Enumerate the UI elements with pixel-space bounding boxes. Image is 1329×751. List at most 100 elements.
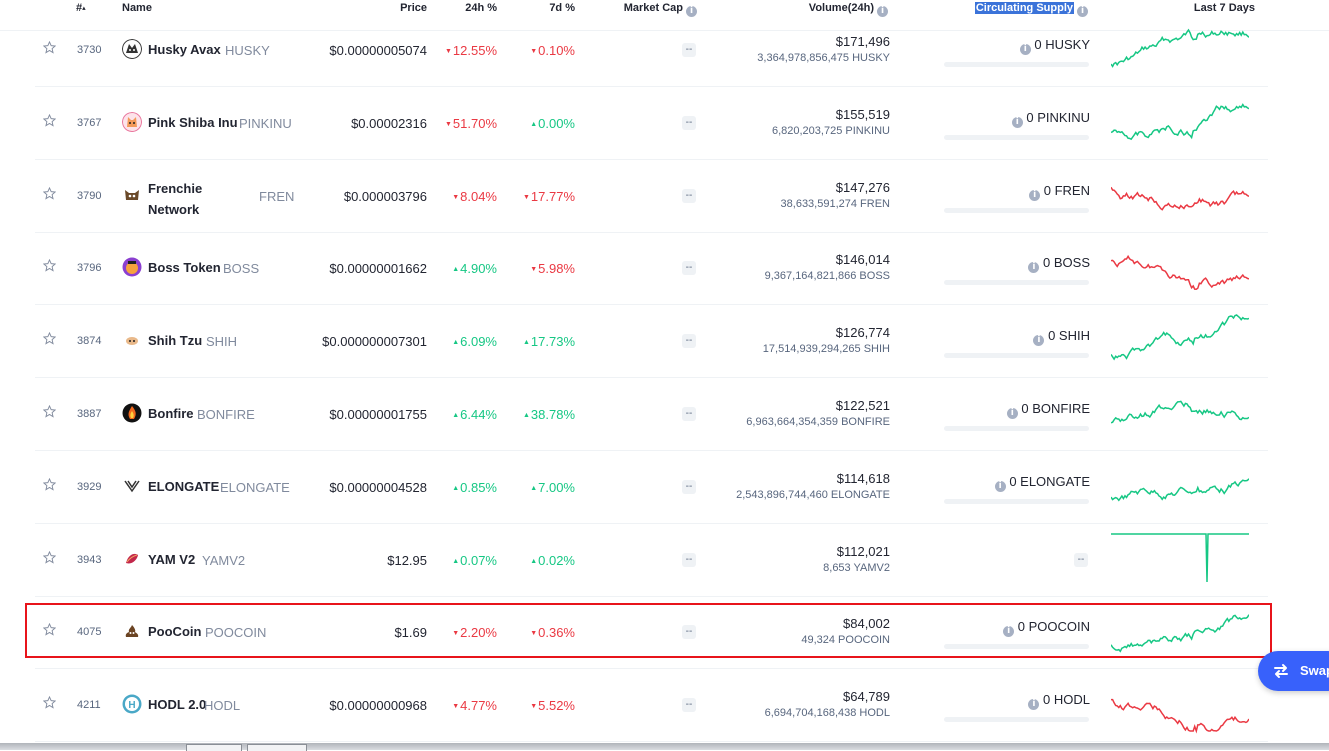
star-icon[interactable] — [43, 259, 56, 272]
coin-symbol[interactable]: HODL — [204, 698, 240, 713]
swap-button-label: Swap — [1300, 663, 1329, 678]
star-icon[interactable] — [43, 332, 56, 345]
coin-symbol[interactable]: PINKINU — [239, 116, 292, 131]
circulating-supply: i 0 PINKINU — [1009, 110, 1090, 128]
coin-rank: 3730 — [77, 44, 102, 56]
header-price[interactable]: Price — [400, 2, 427, 14]
info-icon[interactable]: i — [1028, 262, 1040, 274]
star-icon[interactable] — [43, 405, 56, 418]
volume-usd[interactable]: $112,021 — [837, 544, 890, 559]
change-24h-value: 4.90% — [460, 261, 497, 277]
coin-symbol[interactable]: ELONGATE — [220, 480, 290, 495]
volume-tokens: 6,694,704,168,438 HODL — [764, 707, 890, 720]
sparkline-chart[interactable] — [1111, 530, 1249, 590]
volume-usd[interactable]: $155,519 — [836, 107, 890, 122]
table-row[interactable]: 4211 H HODL 2.0 HODL $0.00000000968 ▼4.7… — [35, 669, 1268, 743]
table-row[interactable]: 3887 Bonfire BONFIRE $0.00000001755 ▲6.4… — [35, 378, 1268, 451]
coin-price[interactable]: $0.00000005074 — [329, 43, 427, 58]
sparkline-chart[interactable] — [1111, 457, 1249, 517]
info-icon[interactable]: i — [1029, 189, 1041, 201]
table-row[interactable]: 3790 Frenchie Network FREN $0.000003796 … — [35, 160, 1268, 233]
info-icon[interactable]: i — [1033, 335, 1045, 347]
header-24h[interactable]: 24h % — [465, 2, 497, 14]
volume-usd[interactable]: $171,496 — [836, 34, 890, 49]
change-7d-value: 17.73% — [530, 334, 575, 350]
coin-name[interactable]: Husky Avax — [148, 42, 221, 57]
table-row[interactable]: 3874 Shih Tzu SHIH $0.000000007301 ▲6.09… — [35, 305, 1268, 379]
volume-usd[interactable]: $114,618 — [837, 471, 890, 486]
volume-usd[interactable]: $147,276 — [836, 180, 890, 195]
sparkline-chart[interactable] — [1111, 238, 1249, 298]
info-icon[interactable]: i — [1028, 699, 1040, 711]
volume-usd[interactable]: $122,521 — [836, 398, 890, 413]
coin-symbol[interactable]: BONFIRE — [197, 407, 255, 422]
coin-price[interactable]: $0.00000000968 — [329, 698, 427, 713]
star-icon[interactable] — [43, 550, 56, 564]
market-cap-empty: -- — [682, 115, 696, 130]
sparkline-chart[interactable] — [1111, 20, 1249, 80]
star-icon[interactable] — [43, 186, 56, 200]
volume-tokens: 8,653 YAMV2 — [823, 561, 890, 574]
volume-usd[interactable]: $146,014 — [836, 252, 890, 267]
coin-name[interactable]: Pink Shiba Inu — [148, 115, 238, 130]
info-icon[interactable]: i — [1006, 408, 1018, 419]
supply-progress-bar — [944, 717, 1089, 723]
change-24h: ▼51.70% — [445, 116, 497, 131]
coin-price[interactable]: $0.00000004528 — [329, 480, 427, 495]
table-row[interactable]: 3929 ELONGATE ELONGATE $0.00000004528 ▲0… — [35, 451, 1268, 524]
coin-symbol[interactable]: FREN — [259, 189, 294, 204]
swap-button[interactable]: Swap — [1258, 651, 1329, 691]
coin-price[interactable]: $0.00002316 — [351, 116, 427, 131]
table-row[interactable]: 3943 YAM V2 YAMV2 $12.95 ▲0.07% ▲0.02% -… — [35, 524, 1268, 597]
sparkline-chart[interactable] — [1111, 311, 1249, 371]
coin-name[interactable]: YAM V2 — [148, 552, 195, 567]
header-name[interactable]: Name — [122, 2, 152, 14]
star-icon[interactable] — [43, 113, 56, 127]
star-icon[interactable] — [43, 696, 56, 709]
volume-tokens: 38,633,591,274 FREN — [780, 197, 890, 210]
caret-up-icon: ▲ — [530, 557, 538, 565]
coin-rank: 3790 — [77, 189, 102, 202]
coin-name[interactable]: Shih Tzu — [148, 333, 202, 348]
coin-price[interactable]: $12.95 — [387, 553, 427, 568]
sparkline-chart[interactable] — [1111, 675, 1249, 735]
coin-price[interactable]: $0.00000001755 — [329, 407, 427, 422]
caret-up-icon: ▲ — [522, 412, 530, 419]
market-cap-empty: -- — [682, 334, 696, 349]
change-7d-value: 17.77% — [530, 188, 575, 204]
market-cap-empty: -- — [682, 698, 696, 713]
coin-price[interactable]: $0.00000001662 — [329, 261, 427, 276]
star-icon[interactable] — [43, 41, 56, 54]
change-7d: ▲7.00% — [530, 480, 575, 495]
coin-symbol[interactable]: SHIH — [206, 334, 237, 349]
table-row[interactable]: 3767 Pink Shiba Inu PINKINU $0.00002316 … — [35, 87, 1268, 160]
coin-price[interactable]: $0.000003796 — [344, 189, 427, 204]
coin-symbol[interactable]: HUSKY — [225, 43, 270, 58]
header-rank[interactable]: #▴ — [76, 2, 86, 14]
volume-usd[interactable]: $126,774 — [836, 325, 890, 340]
circulating-supply: i 0 HUSKY — [1017, 37, 1090, 55]
star-icon[interactable] — [43, 477, 56, 491]
coin-name[interactable]: Frenchie Network — [148, 178, 228, 220]
sparkline-chart[interactable] — [1111, 384, 1249, 444]
info-icon[interactable]: i — [994, 480, 1006, 492]
coin-name[interactable]: HODL 2.0 — [148, 697, 206, 712]
coin-name[interactable]: ELONGATE — [148, 479, 219, 494]
sparkline-chart[interactable] — [1111, 93, 1249, 153]
coin-name[interactable]: Bonfire — [148, 406, 194, 421]
coin-symbol[interactable]: BOSS — [223, 261, 259, 276]
info-icon[interactable]: i — [1019, 44, 1031, 55]
change-7d: ▲38.78% — [523, 407, 575, 422]
coin-price[interactable]: $0.000000007301 — [322, 334, 427, 349]
table-row[interactable]: 3730 Husky Avax HUSKY $0.00000005074 ▼12… — [35, 14, 1268, 87]
table-row[interactable]: 3796 Boss Token BOSS $0.00000001662 ▲4.9… — [35, 232, 1268, 306]
coin-name[interactable]: Boss Token — [148, 260, 221, 275]
info-icon[interactable]: i — [1011, 116, 1023, 128]
sparkline-chart[interactable] — [1111, 166, 1249, 226]
header-7d[interactable]: 7d % — [549, 2, 575, 14]
volume-usd[interactable]: $64,789 — [843, 689, 890, 704]
supply-value: 0 PINKINU — [1026, 109, 1090, 125]
change-7d-value: 0.00% — [538, 115, 575, 131]
change-24h-value: 6.09% — [460, 334, 497, 350]
coin-symbol[interactable]: YAMV2 — [202, 553, 245, 568]
